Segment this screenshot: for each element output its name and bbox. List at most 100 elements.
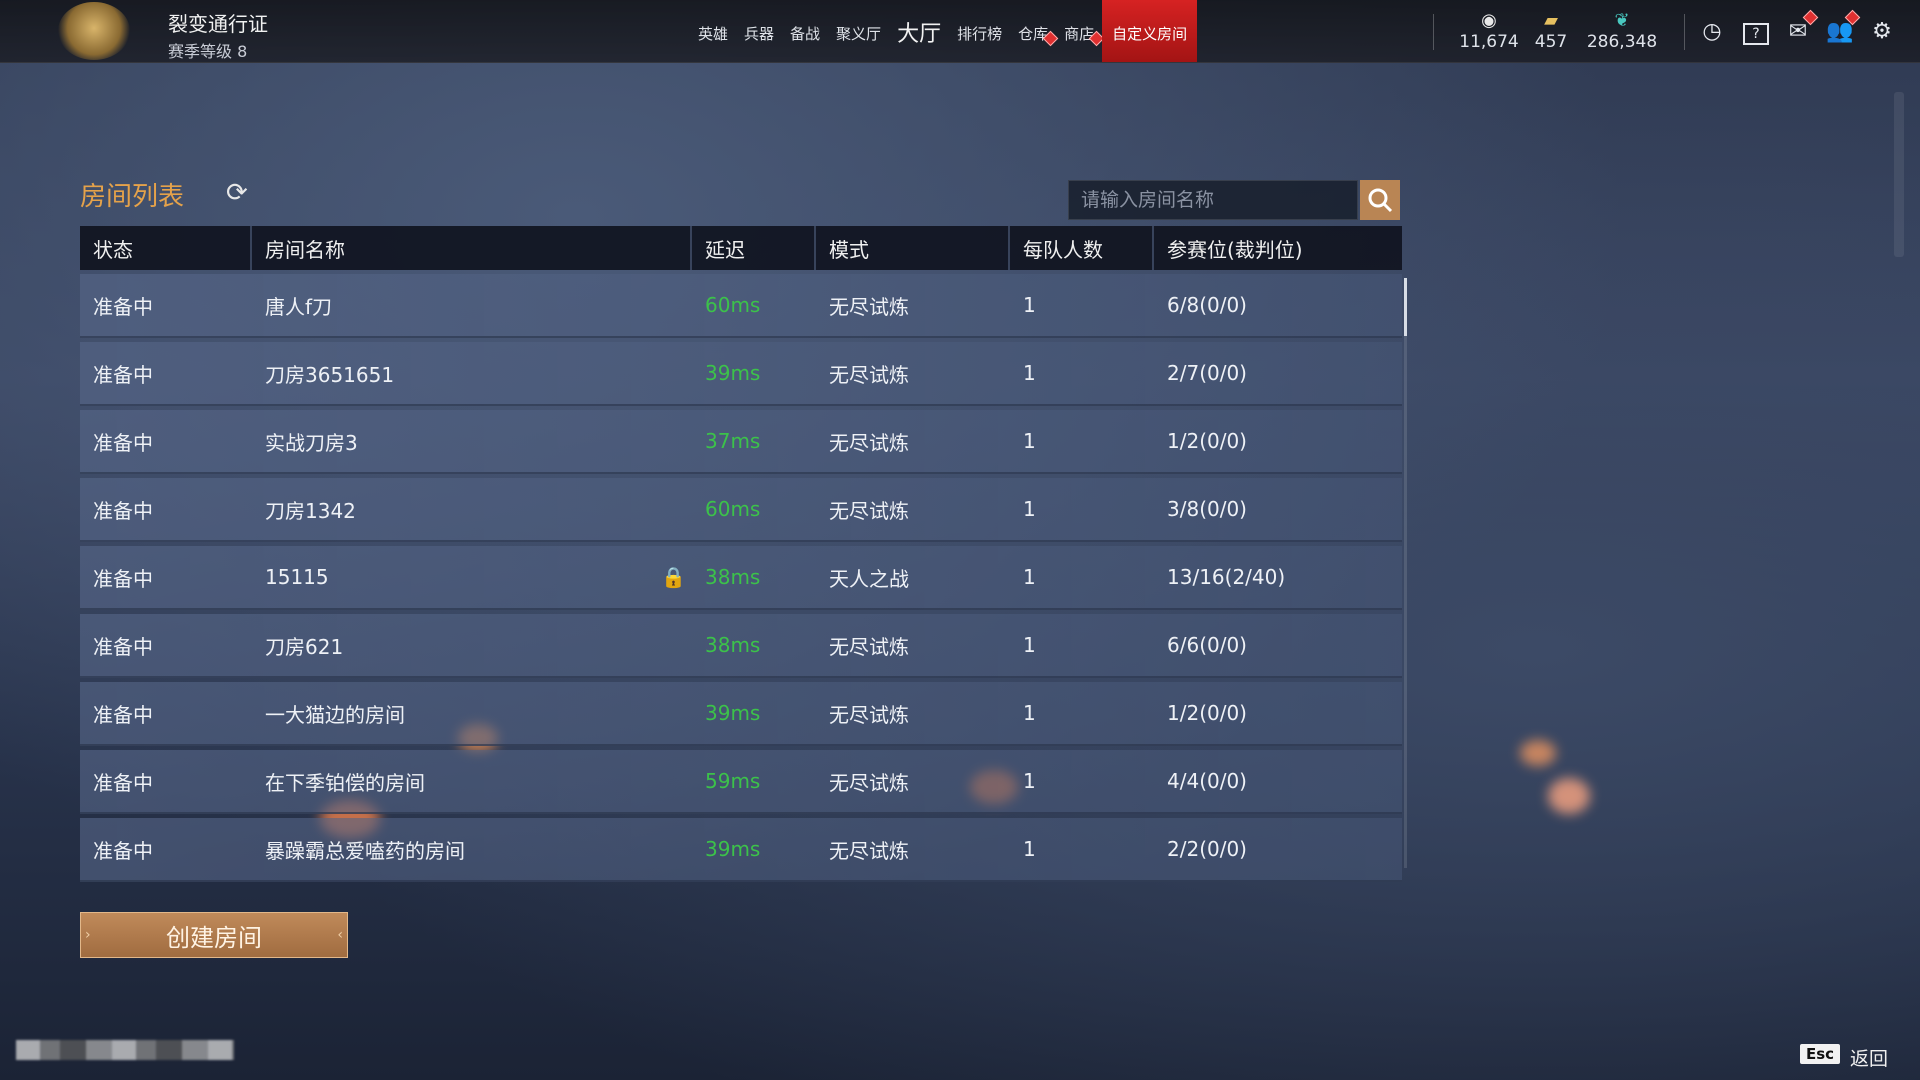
- nav-prepare[interactable]: 备战: [782, 23, 828, 62]
- cell-status: 准备中: [93, 362, 153, 387]
- cell-slots: 3/8(0/0): [1167, 497, 1247, 521]
- cell-mode: 无尽试炼: [829, 770, 909, 795]
- settings-gear-icon[interactable]: ⚙: [1868, 18, 1896, 46]
- cell-slots: 2/7(0/0): [1167, 361, 1247, 385]
- cell-team-size: 1: [1023, 769, 1036, 793]
- cell-latency: 39ms: [705, 837, 761, 861]
- cell-room-name: 刀房1342: [252, 478, 692, 540]
- cell-room-name: 在下季铂偿的房间: [252, 750, 692, 812]
- cell-slots: 1/2(0/0): [1167, 701, 1247, 725]
- room-search[interactable]: [1068, 180, 1358, 220]
- room-name-text: 刀房621: [265, 634, 344, 659]
- currency-feather-value: 286,348: [1586, 32, 1658, 52]
- cell-room-name: 刀房621: [252, 614, 692, 676]
- nav-weapons[interactable]: 兵器: [736, 23, 782, 62]
- gold-coin-icon: ◉: [1481, 10, 1497, 31]
- cell-latency: 39ms: [705, 701, 761, 725]
- table-row[interactable]: 准备中 在下季铂偿的房间 59ms 无尽试炼 1 4/4(0/0): [80, 750, 1402, 814]
- lantern-glow: [1520, 740, 1556, 766]
- cell-room-name: 15115 🔒: [252, 546, 692, 608]
- cell-latency: 38ms: [705, 633, 761, 657]
- cell-team-size: 1: [1023, 565, 1036, 589]
- divider: [1433, 14, 1434, 50]
- cell-slots: 6/8(0/0): [1167, 293, 1247, 317]
- clock-icon[interactable]: ◷: [1698, 18, 1726, 46]
- cell-team-size: 1: [1023, 837, 1036, 861]
- nav-guild-hall[interactable]: 聚义厅: [828, 23, 889, 62]
- help-icon[interactable]: ?: [1742, 18, 1770, 46]
- currency-gold[interactable]: ◉ 11,674: [1446, 10, 1532, 52]
- currency-feather[interactable]: ❦ 286,348: [1584, 10, 1660, 52]
- nav-custom-room[interactable]: 自定义房间: [1102, 0, 1198, 62]
- back-button[interactable]: 返回: [1850, 1044, 1888, 1071]
- cell-mode: 无尽试炼: [829, 294, 909, 319]
- table-scrollbar-track[interactable]: [1404, 278, 1407, 868]
- column-header-latency[interactable]: 延迟: [692, 226, 816, 270]
- cell-status: 准备中: [93, 430, 153, 455]
- nav-leaderboard[interactable]: 排行榜: [949, 23, 1010, 62]
- nav-warehouse[interactable]: 仓库: [1010, 23, 1059, 62]
- table-scrollbar-thumb[interactable]: [1404, 278, 1407, 336]
- currency-ticket-value: 457: [1534, 32, 1568, 52]
- cell-status: 准备中: [93, 566, 153, 591]
- cell-mode: 无尽试炼: [829, 362, 909, 387]
- cell-mode: 无尽试炼: [829, 702, 909, 727]
- cell-status: 准备中: [93, 498, 153, 523]
- cell-status: 准备中: [93, 294, 153, 319]
- main-nav: 英雄 兵器 备战 聚义厅 大厅 排行榜 仓库 商店 自定义房间: [690, 0, 1198, 62]
- top-bar: 裂变通行证 赛季等级 8 英雄 兵器 备战 聚义厅 大厅 排行榜 仓库 商店 自…: [0, 0, 1920, 63]
- cell-team-size: 1: [1023, 361, 1036, 385]
- cell-team-size: 1: [1023, 633, 1036, 657]
- currency-gold-value: 11,674: [1459, 32, 1519, 52]
- divider: [1684, 14, 1685, 50]
- column-header-team-size[interactable]: 每队人数: [1010, 226, 1154, 270]
- table-row[interactable]: 准备中 唐人f刀 60ms 无尽试炼 1 6/8(0/0): [80, 274, 1402, 338]
- season-pass-emblem-icon[interactable]: [58, 2, 130, 60]
- button-left-ornament-icon: ›: [85, 927, 91, 943]
- room-table: 状态 房间名称 延迟 模式 每队人数 参赛位(裁判位) 准备中 唐人f刀 60ms 无…: [80, 226, 1402, 882]
- nav-shop[interactable]: 商店: [1056, 23, 1105, 62]
- esc-key-hint: Esc: [1800, 1044, 1841, 1064]
- page-scrollbar[interactable]: [1894, 92, 1904, 257]
- search-button[interactable]: [1360, 180, 1400, 220]
- season-level: 赛季等级 8: [168, 42, 248, 61]
- cell-latency: 60ms: [705, 293, 761, 317]
- room-list-title: 房间列表: [80, 182, 185, 212]
- table-row[interactable]: 准备中 一大猫边的房间 39ms 无尽试炼 1 1/2(0/0): [80, 682, 1402, 746]
- cell-latency: 38ms: [705, 565, 761, 589]
- cell-room-name: 暴躁霸总爱嗑药的房间: [252, 818, 692, 880]
- cell-mode: 无尽试炼: [829, 634, 909, 659]
- cell-room-name: 唐人f刀: [252, 274, 692, 336]
- table-row[interactable]: 准备中 刀房1342 60ms 无尽试炼 1 3/8(0/0): [80, 478, 1402, 542]
- column-header-slots[interactable]: 参赛位(裁判位): [1154, 226, 1402, 270]
- mail-icon[interactable]: ✉: [1784, 9, 1819, 46]
- room-search-input[interactable]: [1069, 181, 1357, 219]
- table-row[interactable]: 准备中 刀房3651651 39ms 无尽试炼 1 2/7(0/0): [80, 342, 1402, 406]
- table-row[interactable]: 准备中 暴躁霸总爱嗑药的房间 39ms 无尽试炼 1 2/2(0/0): [80, 818, 1402, 882]
- create-room-button[interactable]: › 创建房间 ‹: [80, 912, 348, 958]
- refresh-icon[interactable]: ⟳: [226, 178, 248, 208]
- cell-status: 准备中: [93, 702, 153, 727]
- season-pass-title[interactable]: 裂变通行证: [168, 8, 268, 37]
- button-right-ornament-icon: ‹: [337, 927, 343, 943]
- notification-dot-icon: [1802, 9, 1819, 26]
- cell-room-name: 一大猫边的房间: [252, 682, 692, 744]
- table-row[interactable]: 准备中 刀房621 38ms 无尽试炼 1 6/6(0/0): [80, 614, 1402, 678]
- cell-slots: 1/2(0/0): [1167, 429, 1247, 453]
- table-row[interactable]: 准备中 实战刀房3 37ms 无尽试炼 1 1/2(0/0): [80, 410, 1402, 474]
- column-header-mode[interactable]: 模式: [816, 226, 1010, 270]
- cell-slots: 13/16(2/40): [1167, 565, 1286, 589]
- nav-heroes[interactable]: 英雄: [690, 23, 736, 62]
- table-row[interactable]: 准备中 15115 🔒 38ms 天人之战 1 13/16(2/40): [80, 546, 1402, 610]
- column-header-room-name[interactable]: 房间名称: [252, 226, 692, 270]
- cell-status: 准备中: [93, 634, 153, 659]
- table-header: 状态 房间名称 延迟 模式 每队人数 参赛位(裁判位): [80, 226, 1402, 270]
- friends-icon[interactable]: 👥: [1826, 9, 1861, 46]
- cell-slots: 6/6(0/0): [1167, 633, 1247, 657]
- nav-lobby[interactable]: 大厅: [889, 16, 949, 62]
- column-header-status[interactable]: 状态: [80, 226, 252, 270]
- room-name-text: 一大猫边的房间: [265, 702, 405, 727]
- currency-ticket[interactable]: ▰ 457: [1528, 10, 1574, 52]
- cell-latency: 60ms: [705, 497, 761, 521]
- cell-status: 准备中: [93, 838, 153, 863]
